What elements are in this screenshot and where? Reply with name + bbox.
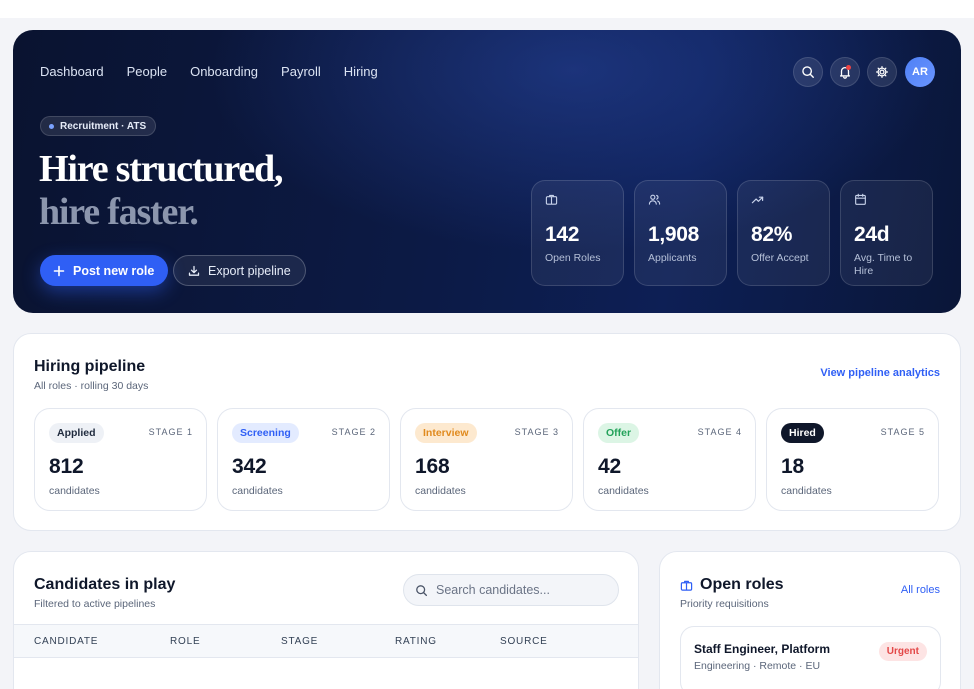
stage-card-interview[interactable]: Interview STAGE 3 168 candidates — [400, 408, 573, 511]
roles-header: Open roles Priority requisitions — [680, 576, 784, 610]
stat-value: 24d — [854, 223, 890, 246]
search-icon — [802, 66, 814, 78]
candidates-card: Candidates in play Filtered to active pi… — [13, 551, 639, 689]
kpi-stats: 142 Open Roles 1,908 Applicants 82% Offe… — [531, 180, 933, 286]
module-badge-label: Recruitment · ATS — [60, 120, 147, 132]
nav-payroll[interactable]: Payroll — [281, 64, 321, 79]
settings-button[interactable] — [867, 57, 897, 87]
pipeline-stages: Applied STAGE 1 812 candidates Screening… — [34, 408, 939, 511]
headline-line-1: Hire structured, — [39, 148, 283, 190]
stage-pill: Applied — [49, 423, 104, 443]
candidates-header: Candidates in play Filtered to active pi… — [34, 576, 175, 610]
hero-banner: Dashboard People Onboarding Payroll Hiri… — [13, 30, 961, 313]
export-pipeline-label: Export pipeline — [208, 263, 291, 278]
search-icon — [416, 584, 428, 596]
calendar-icon — [855, 193, 866, 205]
user-avatar[interactable]: AR — [905, 57, 935, 87]
stage-pill: Offer — [598, 423, 640, 443]
role-meta: Engineering · Remote · EU — [694, 660, 821, 672]
nav-dashboard[interactable]: Dashboard — [40, 64, 104, 79]
stage-caption: candidates — [781, 485, 832, 497]
stage-pill: Screening — [232, 423, 299, 443]
header-actions: AR — [793, 57, 935, 87]
post-new-role-label: Post new role — [73, 263, 155, 278]
column-role[interactable]: ROLE — [170, 636, 200, 647]
stat-label: Offer Accept — [751, 252, 809, 264]
stat-offer-accept: 82% Offer Accept — [737, 180, 830, 286]
stat-value: 1,908 — [648, 223, 700, 246]
stat-label: Applicants — [648, 252, 697, 264]
module-badge: Recruitment · ATS — [40, 116, 157, 136]
stage-number: STAGE 1 — [148, 427, 193, 437]
stage-count: 42 — [598, 455, 621, 478]
notification-dot — [846, 65, 851, 70]
stat-applicants: 1,908 Applicants — [634, 180, 727, 286]
plus-icon — [53, 265, 65, 276]
all-roles-link[interactable]: All roles — [901, 584, 940, 596]
briefcase-icon — [545, 194, 558, 205]
download-icon — [188, 265, 200, 276]
nav-onboarding[interactable]: Onboarding — [190, 64, 258, 79]
trend-up-icon — [751, 196, 764, 204]
urgent-badge: Urgent — [878, 642, 927, 661]
stage-pill: Hired — [781, 423, 824, 443]
stage-pill: Interview — [415, 423, 477, 443]
nav-people[interactable]: People — [127, 64, 167, 79]
notifications-button[interactable] — [830, 57, 860, 87]
post-new-role-button[interactable]: Post new role — [40, 255, 169, 286]
stage-caption: candidates — [49, 485, 100, 497]
stage-count: 812 — [49, 455, 84, 478]
hero-headline: Hire structured, hire faster. — [39, 148, 283, 234]
stage-number: STAGE 5 — [880, 427, 925, 437]
hiring-pipeline-card: Hiring pipeline All roles · rolling 30 d… — [13, 333, 961, 531]
stage-number: STAGE 2 — [331, 427, 376, 437]
headline-line-2: hire faster. — [39, 191, 199, 233]
candidate-search — [403, 574, 619, 606]
stage-caption: candidates — [415, 485, 466, 497]
stat-time-to-hire: 24d Avg. Time to Hire — [840, 180, 933, 286]
candidates-subtitle: Filtered to active pipelines — [34, 598, 156, 610]
main-nav: Dashboard People Onboarding Payroll Hiri… — [40, 64, 378, 79]
role-item[interactable]: Staff Engineer, Platform Engineering · R… — [680, 626, 941, 689]
stage-count: 18 — [781, 455, 804, 478]
nav-hiring[interactable]: Hiring — [344, 64, 378, 79]
stage-card-screening[interactable]: Screening STAGE 2 342 candidates — [217, 408, 390, 511]
badge-dot — [49, 123, 54, 129]
stat-label: Avg. Time to Hire — [854, 252, 913, 277]
roles-title: Open roles — [680, 576, 784, 594]
stat-value: 82% — [751, 223, 793, 246]
search-candidates-input[interactable] — [436, 583, 606, 597]
stage-count: 342 — [232, 455, 267, 478]
stat-value: 142 — [545, 223, 580, 246]
export-pipeline-button[interactable]: Export pipeline — [173, 255, 306, 286]
top-strip — [0, 0, 974, 18]
open-roles-card: Open roles Priority requisitions All rol… — [659, 551, 961, 689]
column-rating[interactable]: RATING — [395, 636, 437, 647]
briefcase-icon — [680, 580, 693, 591]
stage-caption: candidates — [598, 485, 649, 497]
roles-subtitle: Priority requisitions — [680, 598, 769, 610]
stage-card-offer[interactable]: Offer STAGE 4 42 candidates — [583, 408, 756, 511]
stage-card-hired[interactable]: Hired STAGE 5 18 candidates — [766, 408, 939, 511]
column-candidate[interactable]: CANDIDATE — [34, 636, 98, 647]
roles-title-label: Open roles — [700, 576, 784, 593]
stat-open-roles: 142 Open Roles — [531, 180, 624, 286]
pipeline-title: Hiring pipeline — [34, 358, 146, 375]
column-source[interactable]: SOURCE — [500, 636, 548, 647]
pipeline-header: Hiring pipeline All roles · rolling 30 d… — [34, 358, 148, 392]
candidates-title: Candidates in play — [34, 576, 176, 593]
stage-caption: candidates — [232, 485, 283, 497]
stage-number: STAGE 3 — [514, 427, 559, 437]
stage-count: 168 — [415, 455, 450, 478]
view-pipeline-analytics-link[interactable]: View pipeline analytics — [820, 367, 940, 379]
users-icon — [648, 194, 661, 205]
stat-label: Open Roles — [545, 252, 601, 264]
search-button[interactable] — [793, 57, 823, 87]
stage-card-applied[interactable]: Applied STAGE 1 812 candidates — [34, 408, 207, 511]
gear-icon — [875, 65, 889, 79]
candidates-table-header: CANDIDATE ROLE STAGE RATING SOURCE — [14, 624, 638, 658]
stage-number: STAGE 4 — [697, 427, 742, 437]
pipeline-subtitle: All roles · rolling 30 days — [34, 380, 149, 392]
column-stage[interactable]: STAGE — [281, 636, 318, 647]
